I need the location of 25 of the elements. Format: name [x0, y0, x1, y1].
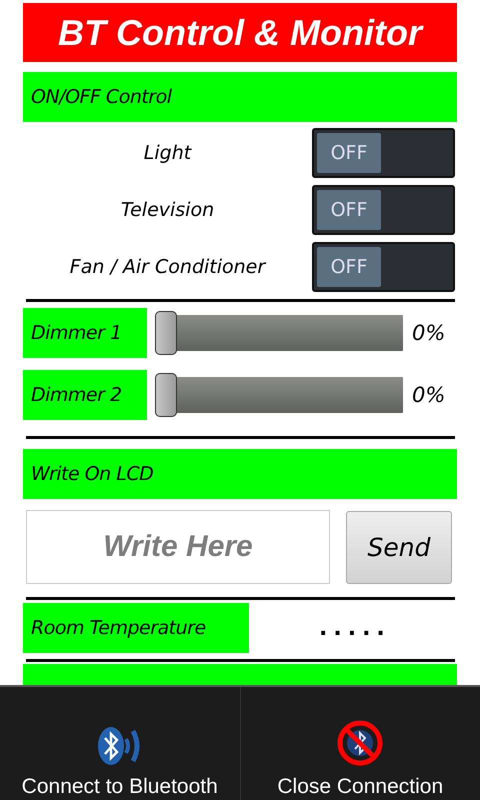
toggle-switch[interactable]: OFF [312, 185, 455, 235]
toggle-switch[interactable]: OFF [312, 128, 455, 178]
section-header: Write On LCD [23, 449, 457, 499]
device-label: Fan / Air Conditioner [68, 256, 268, 278]
dimmer-label: Dimmer 2 [23, 370, 147, 420]
action-button[interactable]: Close Connection [240, 687, 480, 800]
slider-thumb[interactable] [155, 373, 177, 417]
dimmer-value: 0% [412, 321, 446, 345]
toggle-state: OFF [317, 247, 381, 287]
text-input[interactable]: Write Here [26, 510, 330, 584]
send-button[interactable]: Send [346, 510, 452, 584]
dimmer-value: 0% [412, 383, 446, 407]
toggle-switch[interactable]: OFF [312, 242, 455, 292]
device-label: Television [120, 199, 216, 221]
section-header: ON/OFF Control [23, 72, 457, 122]
temperature-label: Room Temperature [23, 603, 249, 653]
app-title: BT Control & Monitor [23, 3, 457, 62]
toggle-state: OFF [317, 190, 381, 230]
bluetooth-disabled-icon [336, 719, 384, 767]
toggle-state: OFF [317, 133, 381, 173]
slider-thumb[interactable] [155, 311, 177, 355]
temperature-value: ..... [319, 616, 391, 640]
device-label: Light [142, 142, 193, 164]
dimmer-label: Dimmer 1 [23, 308, 147, 358]
action-button[interactable]: Connect to Bluetooth [0, 687, 240, 800]
